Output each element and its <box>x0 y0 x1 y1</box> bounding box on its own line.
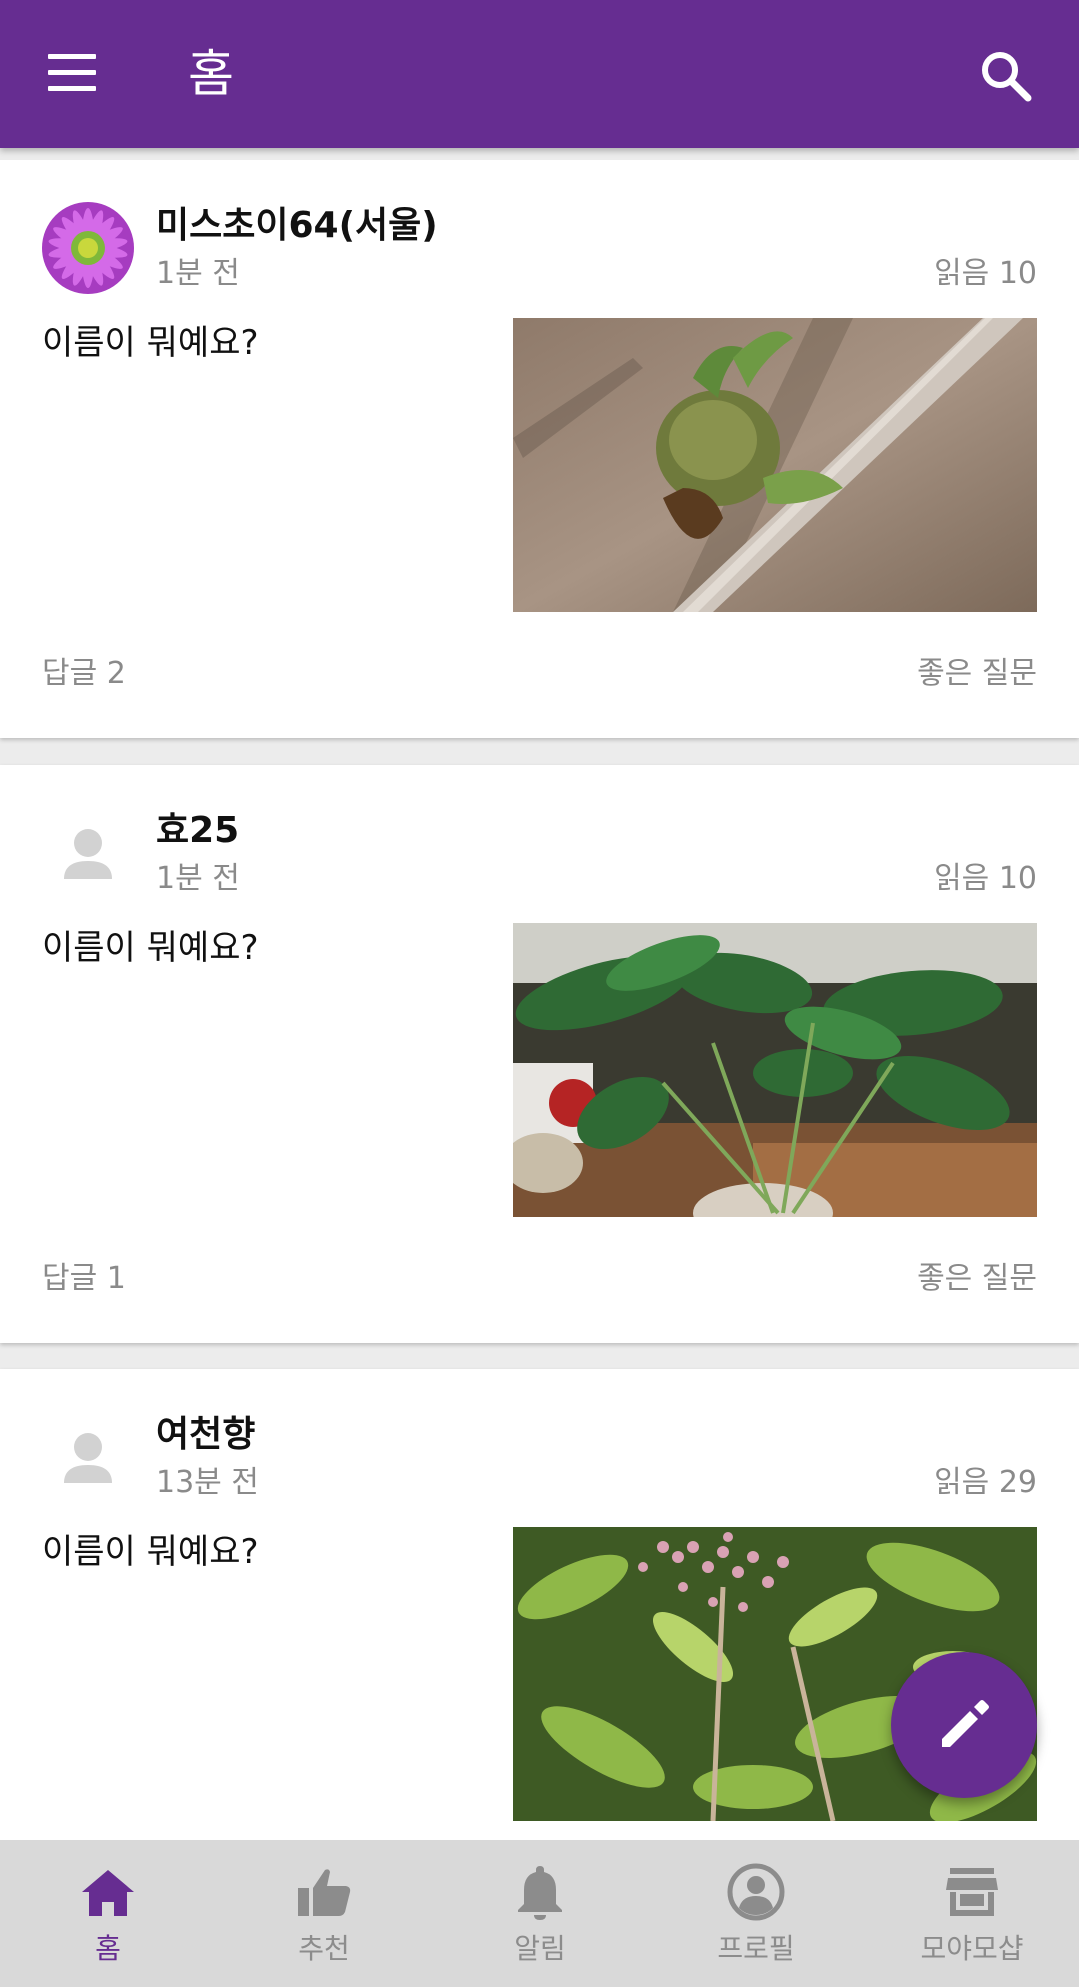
question-card[interactable]: 효25 1분 전 읽음 10 이름이 뭐예요? 답글 1 좋은 질문 <box>0 765 1079 1343</box>
hamburger-menu-icon <box>48 54 96 59</box>
nav-label: 추천 <box>298 1932 350 1965</box>
read-count: 읽음 29 <box>934 1465 1037 1500</box>
avatar[interactable] <box>42 807 134 899</box>
nav-home[interactable]: 홈 <box>0 1840 216 1987</box>
page-title: 홈 <box>188 45 234 103</box>
question-card[interactable]: 미스초이64(서울) 1분 전 읽음 10 이름이 뭐예요? 답글 2 좋은 질… <box>0 160 1079 738</box>
nav-label: 모야모샵 <box>920 1932 1024 1965</box>
nav-label: 알림 <box>514 1932 566 1965</box>
post-image[interactable] <box>513 923 1037 1217</box>
app-bar: 홈 <box>0 0 1079 148</box>
nav-label: 프로필 <box>717 1932 795 1965</box>
store-icon <box>946 1868 998 1916</box>
search-button[interactable] <box>978 48 1034 104</box>
nav-profile[interactable]: 프로필 <box>648 1840 864 1987</box>
post-image[interactable] <box>513 318 1037 612</box>
nav-label: 홈 <box>95 1932 121 1965</box>
flower-avatar-icon <box>42 202 134 294</box>
bell-icon <box>518 1866 562 1920</box>
bottom-navigation: 홈 추천 알림 프로필 모야모샵 <box>0 1840 1079 1987</box>
menu-button[interactable] <box>44 46 104 102</box>
default-person-avatar-icon <box>64 1433 112 1483</box>
question-feed[interactable]: 미스초이64(서울) 1분 전 읽음 10 이름이 뭐예요? 답글 2 좋은 질… <box>0 160 1079 1840</box>
read-count: 읽음 10 <box>934 861 1037 896</box>
thumbs-up-icon <box>298 1869 351 1916</box>
username[interactable]: 여천향 <box>156 1413 255 1457</box>
nav-notifications[interactable]: 알림 <box>432 1840 648 1987</box>
post-time: 1분 전 <box>156 256 240 291</box>
write-question-button[interactable] <box>891 1652 1037 1798</box>
username[interactable]: 효25 <box>156 809 239 853</box>
nav-store[interactable]: 모야모샵 <box>864 1840 1079 1987</box>
good-question-button[interactable]: 좋은 질문 <box>917 656 1037 692</box>
profile-icon <box>727 1863 785 1921</box>
default-person-avatar-icon <box>64 829 112 879</box>
question-text[interactable]: 이름이 뭐예요? <box>42 322 259 364</box>
avatar[interactable] <box>42 1411 134 1503</box>
search-icon <box>982 52 1032 102</box>
username[interactable]: 미스초이64(서울) <box>156 204 438 248</box>
post-time: 1분 전 <box>156 861 240 896</box>
reply-count[interactable]: 답글 2 <box>42 656 126 692</box>
nav-recommend[interactable]: 추천 <box>216 1840 432 1987</box>
question-text[interactable]: 이름이 뭐예요? <box>42 1531 259 1573</box>
home-icon <box>82 1870 134 1916</box>
read-count: 읽음 10 <box>934 256 1037 291</box>
pencil-icon <box>942 1700 989 1747</box>
houseplant-photo <box>513 923 1037 1217</box>
avatar[interactable] <box>42 202 134 294</box>
good-question-button[interactable]: 좋은 질문 <box>917 1261 1037 1297</box>
question-text[interactable]: 이름이 뭐예요? <box>42 927 259 969</box>
reply-count[interactable]: 답글 1 <box>42 1261 126 1297</box>
post-time: 13분 전 <box>156 1465 259 1500</box>
plant-bud-photo <box>513 318 1037 612</box>
